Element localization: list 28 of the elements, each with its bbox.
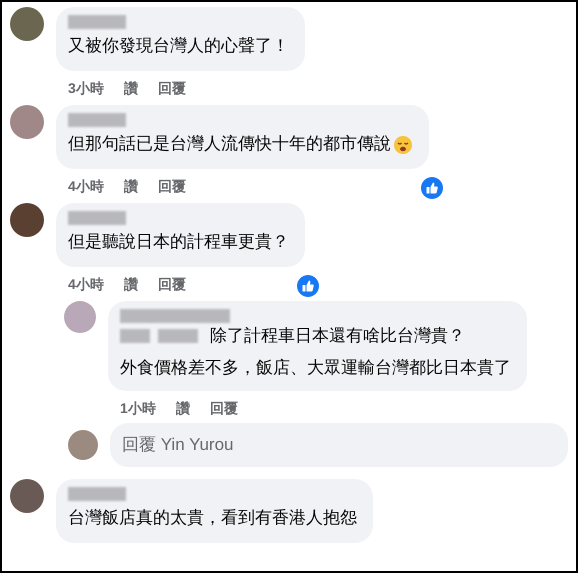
comment-time: 4小時 [68,274,104,294]
comment-time: 3小時 [68,78,104,98]
blurred-name [158,329,198,343]
comment-time: 4小時 [68,176,104,196]
reply-link[interactable]: 回覆 [158,78,186,98]
blurred-name [120,329,150,343]
blurred-name [68,113,126,127]
like-link[interactable]: 讚 [124,176,138,196]
comment-text: 但那句話已是台灣人流傳快十年的都市傳說 [68,134,391,153]
reply-link[interactable]: 回覆 [158,176,186,196]
like-link[interactable]: 讚 [176,398,190,418]
comment-text: 除了計程車日本還有啥比台灣貴？ [210,325,465,347]
like-link[interactable]: 讚 [124,78,138,98]
like-link[interactable]: 讚 [124,274,138,294]
blurred-name [68,15,126,29]
comment-text: 又被你發現台灣人的心聲了！ [68,36,289,55]
weary-face-emoji-icon [393,134,413,155]
comment-text: 但是聽說日本的計程車更貴？ [68,232,289,251]
comment-time: 1小時 [120,398,156,418]
reply-input-field[interactable]: 回覆 Yin Yurou [110,423,568,467]
thumbs-up-icon [297,275,319,297]
comment-text: 台灣飯店真的太貴，看到有香港人抱怨 [68,508,357,527]
thumbs-up-icon [421,177,443,199]
reply-link[interactable]: 回覆 [210,398,238,418]
comment-text: 外食價格差不多，飯店、大眾運輸台灣都比日本貴了 [120,357,511,379]
blurred-name [68,487,126,501]
blurred-name [68,211,126,225]
reply-link[interactable]: 回覆 [158,274,186,294]
